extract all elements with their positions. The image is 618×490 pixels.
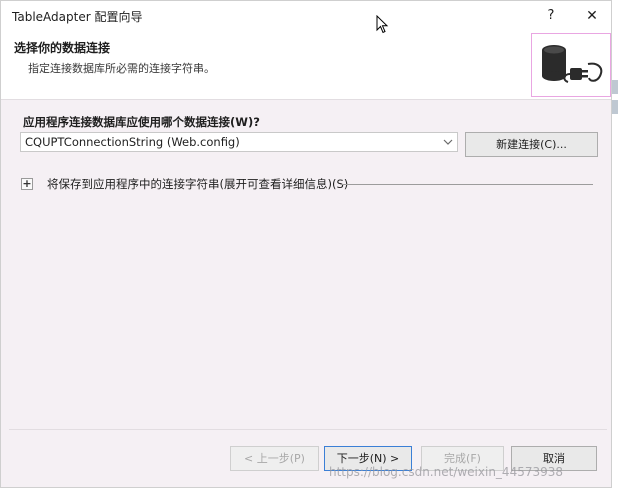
cancel-button[interactable]: 取消 xyxy=(511,446,597,471)
new-connection-button[interactable]: 新建连接(C)... xyxy=(465,132,598,157)
connection-select-value: CQUPTConnectionString (Web.config) xyxy=(25,135,240,149)
database-plug-icon xyxy=(531,33,611,97)
wizard-window: TableAdapter 配置向导 ? ✕ 选择你的数据连接 指定连接数据库所必… xyxy=(0,0,612,488)
wizard-header: 选择你的数据连接 指定连接数据库所必需的连接字符串。 xyxy=(1,31,611,99)
background-window-edge xyxy=(612,0,618,490)
help-button[interactable]: ? xyxy=(541,6,561,26)
background-edge-mark xyxy=(612,100,618,114)
next-button[interactable]: 下一步(N) > xyxy=(324,446,412,471)
previous-button[interactable]: < 上一步(P) xyxy=(230,446,319,471)
mouse-cursor-icon xyxy=(376,15,389,34)
connection-select[interactable]: CQUPTConnectionString (Web.config) xyxy=(20,132,458,152)
finish-button[interactable]: 完成(F) xyxy=(421,446,504,471)
background-edge-mark xyxy=(612,80,618,94)
chevron-down-icon[interactable] xyxy=(441,133,455,151)
database-plug-graphic xyxy=(542,45,603,83)
expander-divider xyxy=(341,184,593,185)
footer-divider xyxy=(9,429,607,430)
header-divider xyxy=(1,99,611,100)
page-subtitle: 指定连接数据库所必需的连接字符串。 xyxy=(28,62,215,75)
page-title: 选择你的数据连接 xyxy=(14,41,111,55)
close-button[interactable]: ✕ xyxy=(581,6,603,26)
expand-plus-icon[interactable]: + xyxy=(21,178,33,190)
connection-string-expander-label[interactable]: 将保存到应用程序中的连接字符串(展开可查看详细信息)(S) xyxy=(47,176,348,192)
window-title: TableAdapter 配置向导 xyxy=(12,10,143,24)
title-bar: TableAdapter 配置向导 ? ✕ xyxy=(1,1,611,31)
connection-question-label: 应用程序连接数据库应使用哪个数据连接(W)? xyxy=(23,115,260,129)
